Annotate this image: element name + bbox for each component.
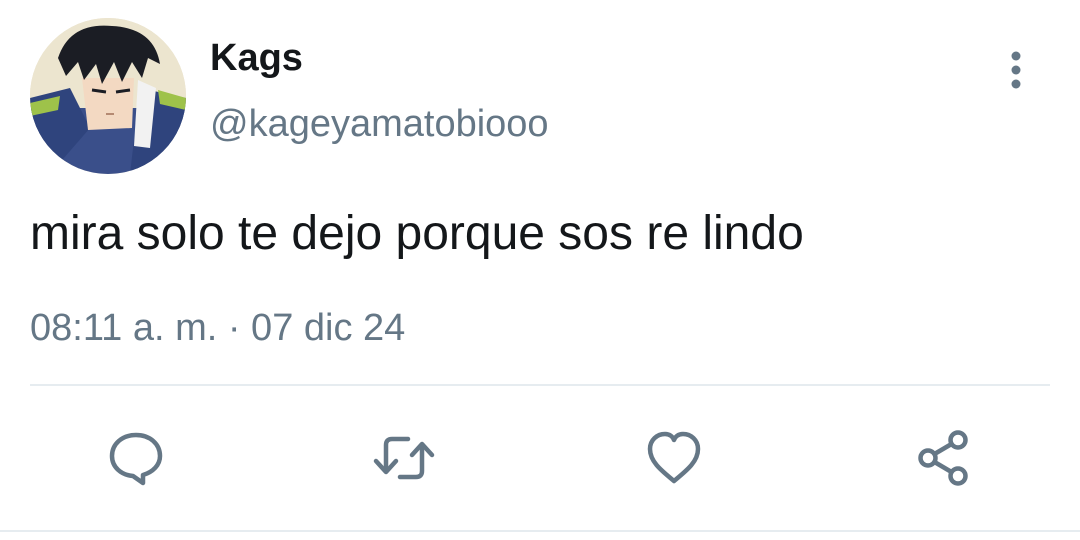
avatar-image xyxy=(30,18,186,174)
avatar[interactable] xyxy=(30,18,186,174)
comment-icon xyxy=(109,432,163,486)
tweet-timestamp[interactable]: 08:11 a. m. · 07 dic 24 xyxy=(30,306,405,350)
vertical-dots-icon xyxy=(1011,51,1021,89)
share-icon xyxy=(918,430,968,486)
more-options-button[interactable] xyxy=(996,48,1036,92)
retweet-button[interactable] xyxy=(372,426,436,490)
bottom-divider xyxy=(0,530,1080,532)
tweet-card: Kags @kageyamatobiooo mira solo te dejo … xyxy=(0,0,1080,540)
share-button[interactable] xyxy=(912,426,976,490)
display-name[interactable]: Kags xyxy=(210,36,303,80)
user-handle[interactable]: @kageyamatobiooo xyxy=(210,102,549,146)
heart-icon xyxy=(647,431,701,484)
retweet-icon xyxy=(373,436,435,480)
tweet-text: mira solo te dejo porque sos re lindo xyxy=(30,207,804,260)
divider xyxy=(30,384,1050,386)
like-button[interactable] xyxy=(642,426,706,490)
reply-button[interactable] xyxy=(104,426,168,490)
